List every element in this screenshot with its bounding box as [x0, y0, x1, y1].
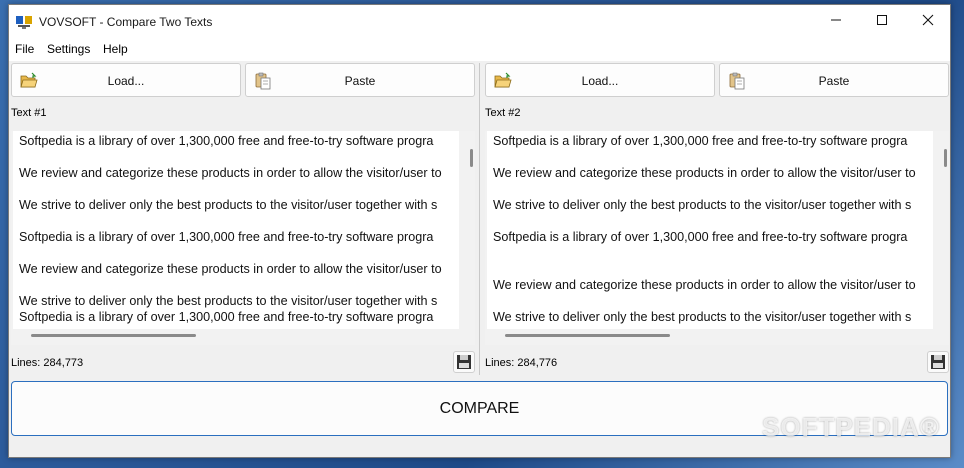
text-line: We strive to deliver only the best produ… [493, 198, 912, 212]
line-count-left: Lines: 284,773 [11, 357, 84, 369]
maximize-button[interactable] [859, 5, 905, 39]
right-pane: Load... Paste Text #2 Softpedia is a lib… [483, 61, 951, 375]
load-button-left[interactable]: Load... [11, 63, 241, 97]
text-1-label: Text #1 [11, 107, 47, 119]
load-label: Load... [107, 74, 145, 88]
menu-file[interactable]: File [15, 42, 34, 56]
save-button-left[interactable] [453, 351, 475, 373]
load-button-right[interactable]: Load... [485, 63, 715, 97]
paste-label: Paste [344, 74, 376, 88]
menu-bar: File Settings Help [9, 39, 950, 61]
text-1-content[interactable]: Softpedia is a library of over 1,300,000… [13, 131, 459, 329]
horizontal-scrollbar[interactable] [505, 334, 670, 337]
window-title: VOVSOFT - Compare Two Texts [39, 15, 213, 29]
text-2-content[interactable]: Softpedia is a library of over 1,300,000… [487, 131, 933, 329]
text-line: Softpedia is a library of over 1,300,000… [19, 310, 434, 324]
left-pane: Load... Paste Text #1 Softpedia is a lib… [9, 61, 477, 375]
text-line: We strive to deliver only the best produ… [19, 294, 438, 308]
text-2-label: Text #2 [485, 107, 521, 119]
load-label: Load... [581, 74, 619, 88]
paste-button-right[interactable]: Paste [719, 63, 949, 97]
text-2-editor[interactable]: Softpedia is a library of over 1,300,000… [485, 131, 949, 345]
minimize-button[interactable] [813, 5, 859, 39]
text-line: We strive to deliver only the best produ… [493, 310, 912, 324]
text-line: Softpedia is a library of over 1,300,000… [19, 230, 434, 244]
text-line: We review and categorize these products … [19, 262, 442, 276]
vertical-scrollbar[interactable] [944, 149, 947, 167]
pane-divider[interactable] [479, 63, 480, 375]
text-line: We review and categorize these products … [493, 166, 916, 180]
line-count-right: Lines: 284,776 [485, 357, 558, 369]
text-line: Softpedia is a library of over 1,300,000… [19, 134, 434, 148]
app-window: VOVSOFT - Compare Two Texts File Setting… [8, 4, 951, 458]
maximize-icon [876, 13, 888, 31]
app-monitor-icon [16, 14, 32, 30]
floppy-disk-icon [928, 355, 948, 376]
save-button-right[interactable] [927, 351, 949, 373]
menu-settings[interactable]: Settings [47, 42, 90, 56]
text-line: Softpedia is a library of over 1,300,000… [493, 230, 908, 244]
softpedia-watermark: SOFTPEDIA® [762, 412, 940, 442]
title-bar[interactable]: VOVSOFT - Compare Two Texts [9, 5, 950, 39]
vertical-scrollbar[interactable] [470, 149, 473, 167]
text-1-editor[interactable]: Softpedia is a library of over 1,300,000… [11, 131, 475, 345]
text-line: We review and categorize these products … [493, 278, 916, 292]
menu-help[interactable]: Help [103, 42, 128, 56]
paste-button-left[interactable]: Paste [245, 63, 475, 97]
horizontal-scrollbar[interactable] [31, 334, 196, 337]
text-line: We review and categorize these products … [19, 166, 442, 180]
close-icon [922, 13, 934, 31]
paste-label: Paste [818, 74, 850, 88]
close-button[interactable] [905, 5, 951, 39]
minimize-icon [830, 13, 842, 31]
text-line: Softpedia is a library of over 1,300,000… [493, 134, 908, 148]
floppy-disk-icon [454, 355, 474, 376]
text-line: We strive to deliver only the best produ… [19, 198, 438, 212]
